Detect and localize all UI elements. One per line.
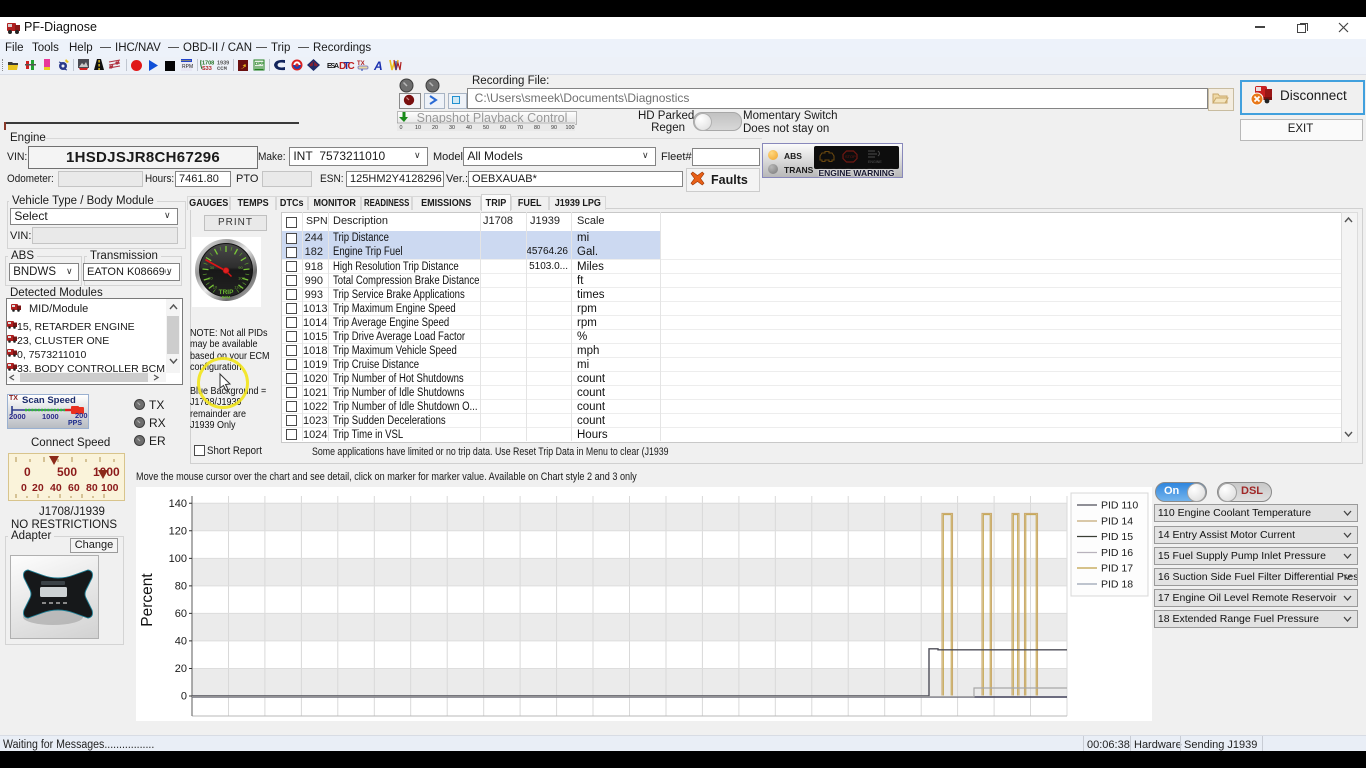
svg-text:60: 60 bbox=[500, 125, 506, 131]
svg-text:PID 18: PID 18 bbox=[1101, 579, 1133, 591]
svg-text:80: 80 bbox=[534, 125, 540, 131]
svg-text:Percent: Percent bbox=[139, 573, 156, 627]
svg-text:STOP: STOP bbox=[845, 154, 856, 159]
svg-text:60: 60 bbox=[68, 482, 80, 494]
svg-text:40: 40 bbox=[466, 125, 472, 131]
svg-text:PID 16: PID 16 bbox=[1101, 547, 1133, 559]
svg-text:90: 90 bbox=[551, 125, 557, 131]
svg-text:50: 50 bbox=[483, 125, 489, 131]
svg-text:S33: S33 bbox=[202, 66, 212, 72]
svg-text:TRIP: TRIP bbox=[219, 289, 234, 296]
svg-text:C: C bbox=[348, 61, 355, 72]
svg-text:A: A bbox=[373, 59, 383, 73]
svg-text:60: 60 bbox=[175, 608, 187, 620]
svg-text:0: 0 bbox=[181, 691, 187, 703]
svg-text:0: 0 bbox=[24, 465, 31, 479]
svg-text:10: 10 bbox=[415, 125, 421, 131]
svg-text:500: 500 bbox=[57, 465, 77, 479]
svg-text:20: 20 bbox=[32, 482, 44, 494]
svg-text:100: 100 bbox=[566, 125, 575, 131]
svg-text:30: 30 bbox=[449, 125, 455, 131]
svg-text:20: 20 bbox=[175, 663, 187, 675]
svg-text:90: 90 bbox=[238, 265, 243, 270]
svg-text:40: 40 bbox=[175, 636, 187, 648]
svg-text:RPM: RPM bbox=[222, 296, 230, 300]
svg-text:140: 140 bbox=[169, 498, 187, 510]
svg-text:0: 0 bbox=[21, 482, 27, 494]
svg-text:PID 110: PID 110 bbox=[1101, 500, 1138, 512]
svg-text:100: 100 bbox=[238, 276, 245, 281]
svg-text:PID 17: PID 17 bbox=[1101, 563, 1133, 575]
svg-text:110: 110 bbox=[234, 285, 241, 290]
svg-text:80: 80 bbox=[175, 581, 187, 593]
svg-text:ESA: ESA bbox=[327, 63, 339, 70]
svg-text:80: 80 bbox=[86, 482, 98, 494]
svg-text:70: 70 bbox=[517, 125, 523, 131]
svg-text:40: 40 bbox=[50, 482, 62, 494]
svg-text:PID 15: PID 15 bbox=[1101, 531, 1133, 543]
svg-text:20: 20 bbox=[432, 125, 438, 131]
svg-text:DPF: DPF bbox=[255, 61, 264, 66]
svg-text:PID 14: PID 14 bbox=[1101, 516, 1133, 528]
svg-text:10: 10 bbox=[213, 285, 218, 290]
svg-text:ENGINE: ENGINE bbox=[868, 160, 882, 164]
svg-text:20: 20 bbox=[208, 276, 213, 281]
svg-text:100: 100 bbox=[169, 553, 187, 565]
svg-text:100: 100 bbox=[101, 482, 119, 494]
svg-text:1000: 1000 bbox=[93, 465, 120, 479]
svg-text:RPM: RPM bbox=[182, 64, 193, 70]
svg-text:CCM: CCM bbox=[217, 65, 228, 72]
svg-text:30: 30 bbox=[210, 265, 215, 270]
svg-text:0: 0 bbox=[400, 125, 403, 131]
svg-text:120: 120 bbox=[169, 526, 187, 538]
